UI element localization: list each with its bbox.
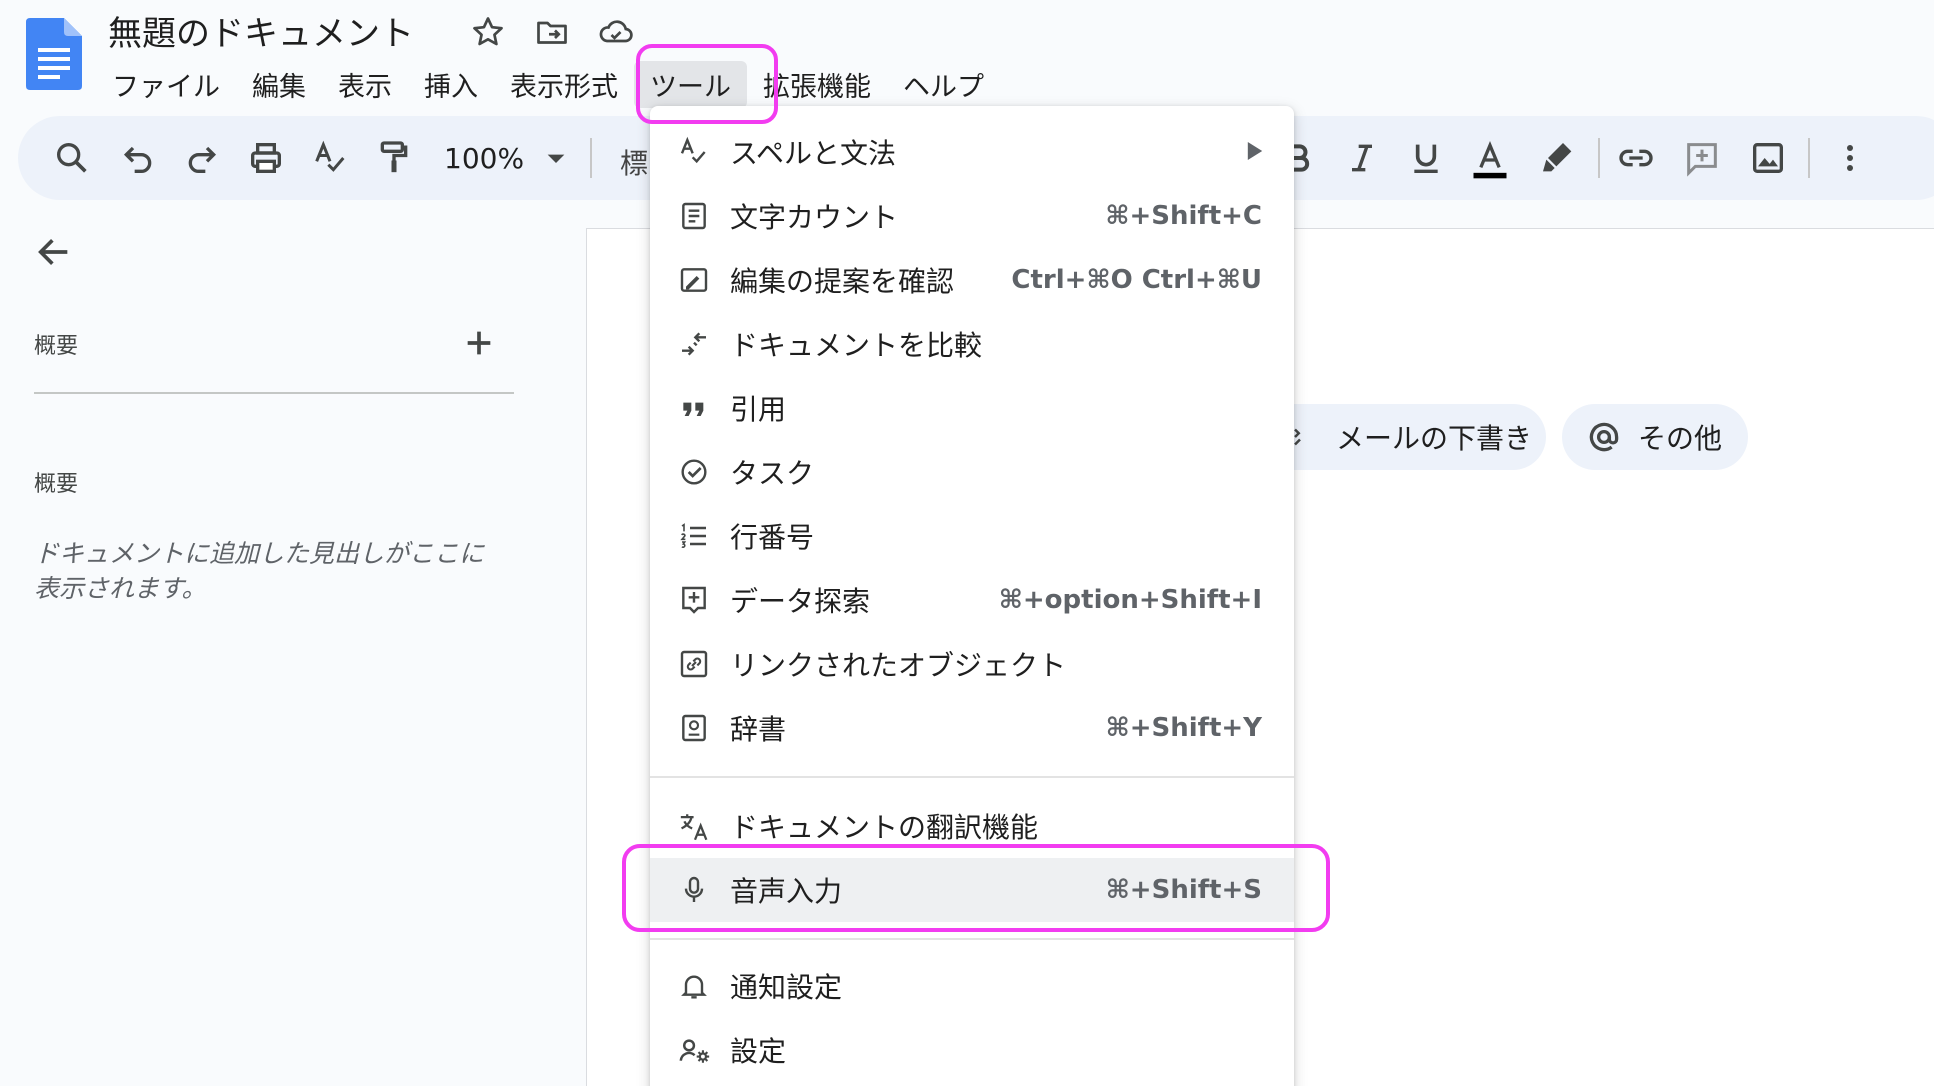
menu-item-tasks[interactable]: タスク bbox=[650, 440, 1294, 504]
back-arrow-icon[interactable] bbox=[34, 232, 74, 272]
insert-image-icon[interactable] bbox=[1748, 138, 1788, 178]
email-draft-icon bbox=[1290, 422, 1320, 452]
insert-link-icon[interactable] bbox=[1616, 138, 1656, 178]
more-chip[interactable]: その他 bbox=[1562, 404, 1748, 470]
menu-item-linked-objects[interactable]: リンクされたオブジェクト bbox=[650, 632, 1294, 696]
zoom-dropdown-chevron-icon[interactable] bbox=[536, 138, 576, 178]
explore-icon bbox=[678, 584, 710, 616]
move-folder-icon[interactable] bbox=[534, 14, 570, 50]
email-draft-chip[interactable]: メールの下書き bbox=[1262, 404, 1546, 470]
zoom-select[interactable]: 100% bbox=[444, 142, 524, 175]
quote-icon bbox=[678, 392, 710, 424]
linked-object-icon bbox=[678, 648, 710, 680]
word-count-icon bbox=[678, 200, 710, 232]
tools-dropdown-menu: スペルと文法 文字カウント ⌘+Shift+C 編集の提案を確認 Ctrl+⌘O… bbox=[650, 106, 1294, 1086]
cloud-status-icon[interactable] bbox=[596, 14, 633, 50]
text-color-icon[interactable] bbox=[1468, 138, 1512, 179]
menu-view[interactable]: 表示 bbox=[322, 61, 408, 108]
menu-bar: ファイル 編集 表示 挿入 表示形式 ツール 拡張機能 ヘルプ bbox=[96, 60, 1000, 108]
review-edits-icon bbox=[678, 264, 710, 296]
add-summary-icon[interactable] bbox=[462, 326, 496, 360]
italic-icon[interactable] bbox=[1342, 138, 1382, 178]
paragraph-style-select[interactable]: 標 bbox=[620, 142, 648, 182]
underline-icon[interactable] bbox=[1406, 138, 1446, 178]
outline-empty-hint: ドキュメントに追加した見出しがここに表示されます。 bbox=[34, 539, 485, 603]
submenu-arrow-icon bbox=[1246, 140, 1264, 162]
docs-logo-icon[interactable] bbox=[26, 18, 82, 90]
at-sign-icon bbox=[1586, 419, 1622, 455]
compare-icon bbox=[678, 328, 710, 360]
menu-format[interactable]: 表示形式 bbox=[494, 61, 634, 108]
undo-icon[interactable] bbox=[118, 138, 158, 178]
dictionary-icon bbox=[678, 712, 710, 744]
redo-icon[interactable] bbox=[182, 138, 222, 178]
voice-typing-highlight bbox=[622, 844, 1330, 932]
toolbar-divider bbox=[1598, 138, 1600, 178]
line-numbers-icon bbox=[678, 520, 710, 552]
chip-label: メールの下書き bbox=[1336, 422, 1533, 455]
menu-insert[interactable]: 挿入 bbox=[408, 61, 494, 108]
menu-item-word-count[interactable]: 文字カウント ⌘+Shift+C bbox=[650, 184, 1294, 248]
outline-section-header: 概要 bbox=[34, 472, 79, 497]
outline-summary-header: 概要 bbox=[34, 334, 79, 359]
menu-item-explore[interactable]: データ探索 ⌘+option+Shift+I bbox=[650, 568, 1294, 632]
spellcheck-icon bbox=[678, 136, 710, 168]
preferences-icon bbox=[678, 1034, 710, 1066]
menu-item-line-numbers[interactable]: 行番号 bbox=[650, 504, 1294, 568]
menu-item-spelling-grammar[interactable]: スペルと文法 bbox=[650, 120, 1294, 184]
spellcheck-toolbar-icon[interactable] bbox=[310, 138, 350, 178]
document-title[interactable]: 無題のドキュメント bbox=[108, 6, 414, 55]
search-icon[interactable] bbox=[52, 138, 92, 178]
more-options-icon[interactable] bbox=[1830, 138, 1870, 178]
menu-divider bbox=[650, 776, 1294, 778]
menu-item-dictionary[interactable]: 辞書 ⌘+Shift+Y bbox=[650, 696, 1294, 760]
translate-icon bbox=[678, 810, 710, 842]
tools-menu-highlight bbox=[636, 44, 778, 124]
menu-item-preferences[interactable]: 設定 bbox=[650, 1018, 1294, 1082]
star-icon[interactable] bbox=[470, 14, 506, 50]
menu-item-citations[interactable]: 引用 bbox=[650, 376, 1294, 440]
chip-label: その他 bbox=[1638, 422, 1723, 455]
add-comment-icon[interactable] bbox=[1682, 138, 1722, 178]
toolbar-divider bbox=[1808, 138, 1810, 178]
print-icon[interactable] bbox=[246, 138, 286, 178]
menu-item-review-edits[interactable]: 編集の提案を確認 Ctrl+⌘O Ctrl+⌘U bbox=[650, 248, 1294, 312]
menu-edit[interactable]: 編集 bbox=[236, 61, 322, 108]
menu-help[interactable]: ヘルプ bbox=[887, 61, 1000, 108]
menu-divider bbox=[650, 938, 1294, 940]
toolbar-divider bbox=[590, 138, 592, 178]
paint-format-icon[interactable] bbox=[374, 138, 414, 178]
bell-icon bbox=[678, 970, 710, 1002]
highlight-color-icon[interactable] bbox=[1538, 138, 1578, 178]
task-check-icon bbox=[678, 456, 710, 488]
outline-divider bbox=[34, 392, 514, 394]
menu-item-compare-documents[interactable]: ドキュメントを比較 bbox=[650, 312, 1294, 376]
menu-item-notification-settings[interactable]: 通知設定 bbox=[650, 954, 1294, 1018]
menu-file[interactable]: ファイル bbox=[96, 61, 236, 108]
